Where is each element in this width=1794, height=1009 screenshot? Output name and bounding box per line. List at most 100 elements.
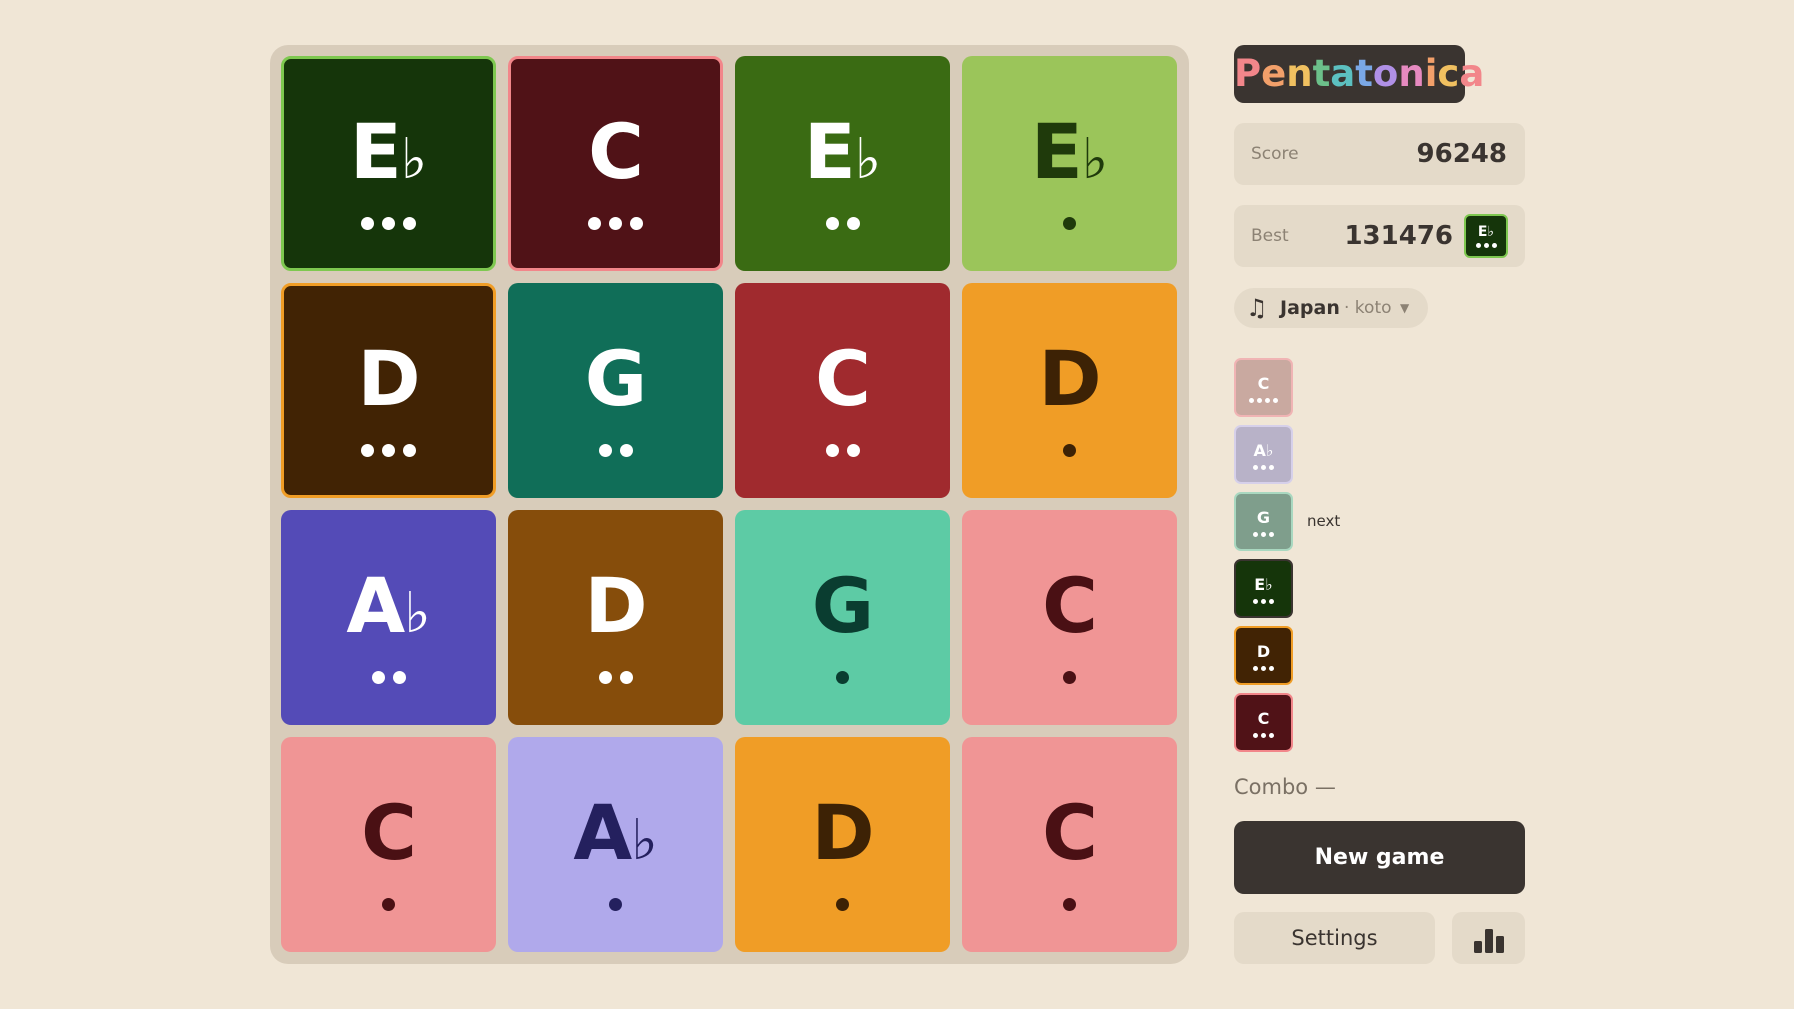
tile-note-letter: D [357,334,420,423]
instrument-selector[interactable]: ♫ Japan · koto ▼ [1234,288,1428,328]
queue-tile-dots [1236,599,1291,604]
combo-indicator: Combo — [1234,775,1336,799]
queue-tile: C [1234,358,1293,417]
tile-level-dots [284,217,493,231]
tile-note-letter: C [588,107,644,196]
tile-note-letter: C [815,334,871,423]
best-label: Best [1251,226,1289,246]
level-dot [403,444,416,457]
queue-tile-dots [1236,465,1291,470]
board-tile[interactable]: C [962,510,1177,725]
queue-tile: D [1234,626,1293,685]
tile-level-dots [735,444,950,458]
board-tile[interactable]: A♭ [281,510,496,725]
board-tile[interactable]: D [281,283,496,498]
logo-letter: e [1261,52,1287,95]
queue-tile-note: C [1257,709,1270,728]
level-dot [1261,532,1266,537]
tile-level-dots [284,444,493,458]
tile-note: D [284,341,493,417]
board-tile[interactable]: D [508,510,723,725]
queue-tile-dots [1236,398,1291,403]
tile-note: C [962,568,1177,644]
level-dot [1063,898,1076,911]
flat-accidental: ♭ [1081,127,1109,192]
queue-tile-dots [1236,666,1291,671]
level-dot [1063,671,1076,684]
tile-note: D [508,568,723,644]
level-dot [1063,444,1076,457]
board-tile[interactable]: C [508,56,723,271]
best-tile-dots [1466,243,1506,248]
board-tile[interactable]: A♭ [508,737,723,952]
board-tile[interactable]: E♭ [735,56,950,271]
queue-tile-dots [1236,733,1291,738]
level-dot [382,217,395,230]
settings-button[interactable]: Settings [1234,912,1435,964]
board-tile[interactable]: C [281,737,496,952]
board-tile[interactable]: G [508,283,723,498]
level-dot [382,444,395,457]
board-tile[interactable]: E♭ [281,56,496,271]
tile-level-dots [735,671,950,685]
logo-letter: n [1286,52,1313,95]
level-dot [609,898,622,911]
logo-letter: P [1234,52,1262,95]
game-board: E♭ C E♭ E♭ D G C D A♭ D G C C A♭ D C [270,45,1189,964]
level-dot [1253,532,1258,537]
level-dot [1261,465,1266,470]
best-tile: E♭ [1464,214,1508,258]
queue-tile: C [1234,693,1293,752]
level-dot [392,671,406,684]
queue-tile: A♭ [1234,425,1293,484]
level-dot [382,898,395,911]
tile-level-dots [508,444,723,458]
board-tile[interactable]: E♭ [962,56,1177,271]
board-tile[interactable]: C [735,283,950,498]
queue-tile-dots [1236,532,1291,537]
tile-note-letter: G [584,334,647,423]
tile-note-letter: A [573,788,632,877]
tile-level-dots [281,898,496,912]
tile-note-letter: D [811,788,874,877]
next-label: next [1307,512,1341,530]
level-dot [1269,465,1274,470]
chevron-down-icon: ▼ [1400,301,1410,315]
level-dot [825,444,839,457]
level-dot [609,217,622,230]
level-dot [1253,666,1258,671]
new-game-button[interactable]: New game [1234,821,1525,894]
tile-note: G [735,568,950,644]
level-dot [1261,599,1266,604]
tile-note: A♭ [281,568,496,644]
score-value: 96248 [1416,139,1507,169]
logo-letter: a [1330,52,1356,95]
board-tile[interactable]: C [962,737,1177,952]
tile-level-dots [511,217,720,231]
tile-note-letter: C [1042,788,1098,877]
score-label: Score [1251,144,1299,164]
flat-accidental: ♭ [404,581,431,646]
queue-tile-note: C [1257,374,1270,393]
board-tile[interactable]: D [735,737,950,952]
level-dot [361,217,374,230]
tile-level-dots [508,898,723,912]
level-dot [361,444,374,457]
tile-level-dots [962,444,1177,458]
level-dot [825,217,839,230]
level-dot [1253,599,1258,604]
flat-accidental: ♭ [854,127,882,192]
best-value: 131476 [1344,221,1453,251]
level-dot [1491,243,1497,248]
logo-letter: i [1424,52,1438,95]
queue-tile: E♭ [1234,559,1293,618]
level-dot [836,671,849,684]
level-dot [1063,217,1076,230]
app-logo: Pentatonica [1234,45,1484,103]
level-dot [1249,398,1254,403]
board-tile[interactable]: D [962,283,1177,498]
tile-note-letter: D [584,561,647,650]
board-tile[interactable]: G [735,510,950,725]
queue-tile: G [1234,492,1293,551]
stats-button[interactable] [1452,912,1525,964]
